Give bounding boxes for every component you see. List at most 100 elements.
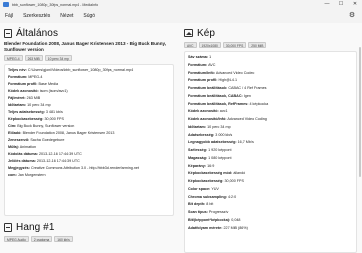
info-value: Sacha Goedegebure — [30, 138, 65, 142]
info-value: Creative Commons Attribution 3.0 - http:… — [30, 166, 139, 170]
info-row: Sáv száma: 1 — [188, 54, 353, 62]
info-row: Formátum profil: Base Media — [8, 81, 170, 88]
gear-icon[interactable]: ⚙ — [348, 12, 356, 20]
info-row: Bit/(képpont*képkocka): 0,048 — [188, 217, 353, 225]
info-row: Zeneszerző: Sacha Goedegebure — [8, 137, 170, 144]
tag-size: 263 MiB — [24, 55, 43, 61]
info-value: 16:9 — [207, 163, 215, 168]
info-value: isom (isom/avc1) — [39, 89, 68, 93]
info-value: 0,048 — [231, 217, 241, 222]
tag-framerate: 30,000 FPS — [222, 42, 247, 48]
info-label: Chroma subsampling: — [188, 194, 227, 199]
info-value: 1 080 képpont — [208, 155, 232, 160]
image-icon — [184, 29, 193, 37]
menu-edit[interactable]: Szerkesztés — [18, 13, 55, 19]
close-button[interactable]: ✕ — [348, 0, 362, 9]
audio-title: Hang #1 — [16, 221, 55, 233]
info-value: 16,7 Mb/s — [237, 140, 254, 145]
info-row: Képkockasebesség: 30,000 FPS — [188, 178, 353, 186]
image-title: Kép — [197, 27, 216, 39]
info-label: Kódek azonosító/Infó: — [188, 117, 227, 121]
info-label: Cím: — [8, 124, 17, 128]
info-label: Kódolás dátuma: — [8, 152, 38, 156]
info-row: Időtartam: 10 perc 34 mp — [188, 124, 353, 132]
info-label: Kódek azonosító: — [188, 109, 219, 114]
menu-view[interactable]: Nézet — [55, 13, 78, 19]
info-row: Kódek azonosító: avc1 — [188, 108, 353, 116]
audio-document-icon — [4, 222, 12, 232]
vertical-scrollbar[interactable] — [359, 47, 361, 177]
info-value: C:\Users\gjoni\Videos\bbb_sunflower_1080… — [27, 68, 134, 72]
window-title: bbb_sunflower_1080p_30fps_normal.mp4 - M… — [12, 2, 99, 7]
tag-audio-channels: 2 csatorna — [30, 236, 53, 242]
tag-resolution: 1920x1080 — [198, 42, 221, 48]
info-value: 3 000 kb/s — [215, 132, 233, 137]
info-value: CABAC / 4 Ref Frames — [228, 86, 267, 90]
info-value: Advanced Video Coding — [227, 117, 267, 121]
info-value: állandó — [233, 171, 246, 176]
info-row: Szélesség: 1 920 képpont — [188, 147, 353, 155]
info-value: 3 481 kb/s — [45, 110, 63, 114]
info-row: Chroma subsampling: 4:2:0 — [188, 194, 353, 202]
info-row: Kódek azonosító/Infó: Advanced Video Cod… — [188, 116, 353, 124]
info-row: Cím: Big Buck Bunny, Sunflower version — [8, 123, 170, 130]
info-label: Adatfolyam mérete: — [188, 225, 223, 230]
info-row: Formátum beállítások, RefFrames: 4 képko… — [188, 101, 353, 109]
info-row: Képkockasebesség: 30,000 FPS — [8, 116, 170, 123]
info-label: Fájlméret: — [8, 96, 26, 100]
title-bar: bbb_sunflower_1080p_30fps_normal.mp4 - M… — [0, 0, 362, 9]
info-label: Zeneszerző: — [8, 138, 30, 142]
info-value: 30,000 FPS — [44, 117, 64, 121]
info-label: Color space: — [188, 186, 211, 191]
info-row: Képarány: 16:9 — [188, 163, 353, 171]
info-row: Kódolás dátuma: 2013-12-16 17:44:39 UTC — [8, 151, 170, 158]
info-label: Képkockasebesség mód: — [188, 171, 233, 176]
info-row: Formátum beállítások, CABAC: Igen — [188, 93, 353, 101]
info-label: Formátum profil: — [8, 82, 38, 86]
info-label: Előadó: — [8, 131, 22, 135]
info-value: avc1 — [219, 109, 228, 114]
info-label: Szélesség: — [188, 148, 208, 152]
info-row: Formátum: MPEG-4 — [8, 74, 170, 81]
menu-bar: Fájl Szerkesztés Nézet Súgó ⚙ — [0, 9, 362, 23]
info-value: 227 MiB (86%) — [223, 225, 248, 230]
info-row: Fájlméret: 263 MiB — [8, 95, 170, 102]
menu-file[interactable]: Fájl — [0, 13, 18, 19]
image-section-header: Kép — [184, 26, 357, 40]
info-label: Képarány: — [188, 163, 207, 168]
menu-help[interactable]: Súgó — [78, 13, 100, 19]
right-column: Kép AVC 1920x1080 30,000 FPS 250 MiB Sáv… — [184, 26, 357, 253]
info-row: Teljes név: C:\Users\gjoni\Videos\bbb_su… — [8, 67, 170, 74]
info-row: Formátum: AVC — [188, 62, 353, 70]
general-details-panel: Teljes név: C:\Users\gjoni\Videos\bbb_su… — [4, 64, 174, 216]
tag-stream-size: 250 MiB — [248, 42, 267, 48]
info-label: Jelölés dátuma: — [8, 159, 36, 163]
minimize-button[interactable]: — — [320, 0, 334, 9]
info-label: Magasság: — [188, 155, 208, 160]
info-row: Formátum beállítások: CABAC / 4 Ref Fram… — [188, 85, 353, 93]
info-value: Igen — [243, 93, 251, 98]
maximize-button[interactable]: ☐ — [334, 0, 348, 9]
audio-tags: MPEG Audio 2 csatorna 160 kb/s — [4, 236, 174, 242]
main-content: Általános Blender Foundation 2008, Janus… — [0, 23, 362, 253]
left-column: Általános Blender Foundation 2008, Janus… — [4, 26, 174, 242]
mediainfo-app-icon — [3, 2, 9, 7]
info-row: Adatfolyam mérete: 227 MiB (86%) — [188, 225, 353, 233]
info-label: Műfaj: — [8, 145, 19, 149]
tag-audio-bitrate: 160 kb/s — [54, 236, 73, 242]
general-title: Általános — [16, 27, 59, 39]
tag-duration: 10 perc 34 mp — [44, 55, 72, 61]
info-row: Magasság: 1 080 képpont — [188, 155, 353, 163]
info-label: Legnagyobb adatsebesség: — [188, 140, 237, 145]
info-value: MPEG-4 — [28, 75, 43, 79]
info-row: Megjegyzés: Creative Commons Attribution… — [8, 165, 170, 172]
info-label: Bit depth: — [188, 202, 206, 207]
general-subtitle: Blender Foundation 2008, Janus Bager Kri… — [4, 41, 167, 52]
info-label: Teljes név: — [8, 68, 27, 72]
info-value: YUV — [211, 186, 219, 191]
info-label: Bit/(képpont*képkocka): — [188, 217, 231, 222]
info-label: Adatsebesség: — [188, 132, 215, 137]
info-label: Formátum: — [188, 62, 208, 67]
info-label: Képkockasebesség: — [8, 117, 44, 121]
image-details-panel: Sáv száma: 1 Formátum: AVC Formátum/Infó… — [184, 51, 357, 253]
